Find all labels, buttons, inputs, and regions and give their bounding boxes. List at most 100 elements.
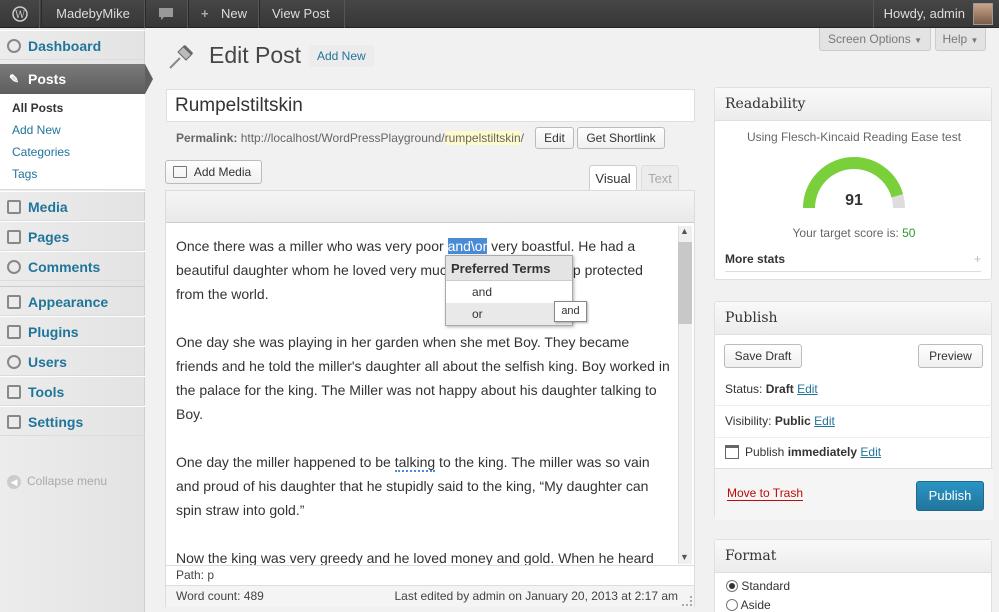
tab-text[interactable]: Text	[641, 165, 679, 191]
publish-box: Publish Save Draft Preview Status: Draft…	[714, 301, 993, 520]
menu-label: Media	[28, 199, 68, 215]
format-option-aside[interactable]: Aside	[726, 598, 771, 612]
flagged-word[interactable]: talking	[394, 454, 436, 472]
calendar-icon	[725, 445, 739, 459]
dropdown-option-and[interactable]: and	[446, 281, 572, 303]
dropdown-header: Preferred Terms	[446, 256, 572, 281]
permalink-slug[interactable]: rumpelstiltskin	[444, 131, 521, 145]
menu-label: Appearance	[28, 294, 109, 310]
comments-icon	[7, 260, 21, 274]
menu-item-settings[interactable]: Settings	[0, 406, 145, 436]
post-title-input[interactable]	[166, 89, 695, 122]
submenu-categories[interactable]: Categories	[12, 145, 70, 159]
more-stats-toggle[interactable]: More stats +	[725, 252, 981, 272]
admin-menu: Dashboard ✎ Posts All Posts Add New Cate…	[0, 28, 153, 612]
tooltip: and	[554, 301, 587, 322]
get-shortlink-button[interactable]: Get Shortlink	[577, 127, 665, 149]
media-icon	[173, 166, 187, 178]
collapse-arrow-icon: ◀	[7, 475, 21, 489]
menu-item-plugins[interactable]: Plugins	[0, 316, 145, 346]
view-post-link[interactable]: View Post	[259, 0, 345, 28]
screen-options-button[interactable]: Screen Options ▼	[819, 28, 931, 51]
radio-checked-icon	[726, 580, 738, 592]
tab-visual[interactable]: Visual	[589, 165, 637, 191]
readability-box: Readability Using Flesch-Kincaid Reading…	[714, 87, 992, 280]
menu-item-tools[interactable]: Tools	[0, 376, 145, 406]
help-button[interactable]: Help ▼	[935, 28, 986, 51]
menu-item-users[interactable]: Users	[0, 346, 145, 376]
menu-label: Comments	[28, 259, 101, 275]
media-icon	[7, 200, 21, 214]
paragraph-text: One day the miller happened to be	[176, 454, 395, 470]
comments-bubble-icon[interactable]	[145, 0, 188, 28]
new-content-link[interactable]: + New	[188, 0, 259, 28]
pin-icon: ✎	[9, 72, 20, 86]
publish-title: Publish	[715, 302, 991, 335]
svg-text:W: W	[15, 10, 26, 21]
site-name-link[interactable]: MadebyMike	[41, 0, 145, 28]
menu-item-comments[interactable]: Comments	[0, 251, 145, 281]
format-label: Aside	[740, 598, 771, 612]
menu-item-media[interactable]: Media	[0, 191, 145, 221]
avatar	[973, 3, 993, 25]
save-draft-button[interactable]: Save Draft	[724, 344, 802, 368]
format-box: Format Standard Aside	[714, 539, 992, 612]
paragraph-text: Once there was a miller who was very poo…	[176, 238, 448, 254]
account-menu[interactable]: Howdy, admin	[872, 0, 999, 28]
permalink-row: Permalink: http://localhost/WordPressPla…	[176, 131, 524, 145]
help-label: Help	[942, 32, 968, 46]
element-path: Path: p	[176, 568, 215, 582]
add-media-label: Add Media	[193, 165, 252, 179]
move-to-trash-link[interactable]: Move to Trash	[727, 486, 804, 501]
publish-time: Publish immediately Edit	[725, 445, 881, 459]
users-icon	[7, 355, 21, 369]
menu-item-posts[interactable]: ✎ Posts	[0, 64, 153, 94]
edit-visibility-link[interactable]: Edit	[814, 414, 835, 428]
menu-label: Pages	[28, 229, 70, 245]
submenu-tags[interactable]: Tags	[12, 167, 37, 181]
collapse-label: Collapse menu	[27, 474, 108, 488]
admin-bar: W MadebyMike + New View Post Howdy, admi…	[0, 0, 999, 28]
target-label: Your target score is:	[792, 226, 899, 240]
target-score: Your target score is: 50	[715, 226, 993, 240]
format-title: Format	[715, 540, 991, 573]
current-arrow	[145, 64, 153, 94]
visibility-value: Public	[774, 414, 811, 428]
collapse-menu[interactable]: ◀ Collapse menu	[7, 474, 107, 489]
publish-button[interactable]: Publish	[916, 481, 984, 511]
screen-options-label: Screen Options	[828, 32, 911, 46]
paragraph: Now the king was very greedy and he love…	[176, 550, 654, 566]
target-value: 50	[902, 226, 916, 240]
menu-label: Plugins	[28, 324, 79, 340]
resize-handle-icon[interactable]	[682, 596, 692, 606]
wordpress-logo-icon[interactable]: W	[0, 0, 40, 28]
radio-icon	[726, 599, 738, 611]
submenu-all-posts[interactable]: All Posts	[12, 101, 63, 115]
scroll-down-icon: ▼	[680, 552, 689, 562]
selected-term[interactable]: and\or	[447, 238, 488, 254]
add-media-button[interactable]: Add Media	[165, 160, 262, 184]
new-content-label: New	[221, 6, 248, 21]
format-option-standard[interactable]: Standard	[726, 579, 790, 593]
readability-test: Using Flesch-Kincaid Reading Ease test	[746, 130, 962, 144]
menu-item-dashboard[interactable]: Dashboard	[0, 30, 145, 60]
status-label: Status:	[725, 382, 763, 396]
post-status: Status: Draft Edit	[725, 382, 818, 396]
post-visibility: Visibility: Public Edit	[725, 414, 835, 428]
howdy-text: Howdy, admin	[883, 6, 965, 21]
menu-item-appearance[interactable]: Appearance	[0, 286, 145, 316]
pushpin-icon	[166, 40, 198, 72]
menu-item-pages[interactable]: Pages	[0, 221, 145, 251]
plugins-icon	[7, 325, 21, 339]
scrollbar-thumb[interactable]	[678, 242, 692, 324]
plus-icon: +	[201, 6, 209, 21]
paragraph: One day she was playing in her garden wh…	[176, 334, 670, 422]
edit-publish-time-link[interactable]: Edit	[860, 445, 881, 459]
submenu-add-new[interactable]: Add New	[12, 123, 61, 137]
edit-status-link[interactable]: Edit	[797, 382, 818, 396]
editor-content[interactable]: Once there was a miller who was very poo…	[176, 234, 671, 590]
preview-button[interactable]: Preview	[918, 344, 983, 368]
add-new-button[interactable]: Add New	[309, 45, 374, 67]
permalink-edit-button[interactable]: Edit	[535, 127, 574, 149]
publish-time-value: immediately	[787, 445, 858, 459]
